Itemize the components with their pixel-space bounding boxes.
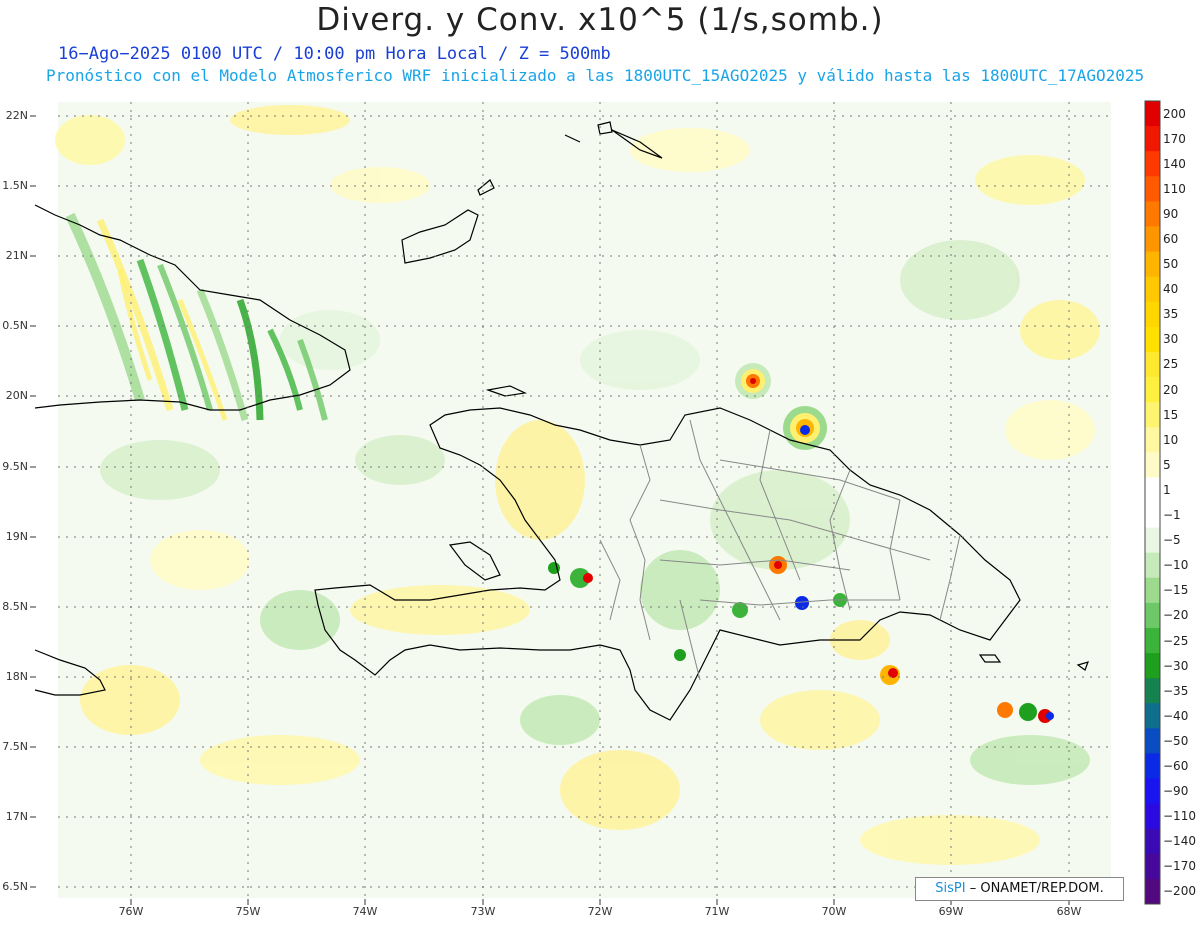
- lon-label: 72W: [587, 905, 613, 918]
- color-bar-swatch: [1145, 477, 1160, 503]
- map-title: Diverg. y Conv. x10^5 (1/s,somb.): [316, 2, 884, 38]
- color-bar-swatch: [1145, 878, 1160, 905]
- color-bar-label: −110: [1163, 809, 1196, 824]
- lon-label: 69W: [938, 905, 964, 918]
- lon-label: 70W: [821, 905, 847, 918]
- lon-label: 68W: [1056, 905, 1082, 918]
- color-bar-label: −20: [1163, 608, 1189, 623]
- color-bar-label: 40: [1163, 282, 1179, 297]
- color-bar-swatch: [1145, 602, 1160, 629]
- color-bar-swatch: [1145, 101, 1160, 127]
- color-bar-swatch: [1145, 151, 1160, 177]
- color-bar-label: 15: [1163, 407, 1179, 422]
- lat-label: 6.5N: [2, 880, 28, 893]
- color-bar-swatch: [1145, 577, 1160, 604]
- credit-text: – ONAMET/REP.DOM.: [965, 881, 1104, 896]
- color-bar-label: −25: [1163, 633, 1189, 648]
- color-bar-swatch: [1145, 301, 1160, 328]
- color-bar-label: 5: [1163, 457, 1171, 472]
- lon-label: 75W: [235, 905, 261, 918]
- lon-label: 71W: [704, 905, 730, 918]
- lat-label: 21N: [5, 249, 28, 262]
- credit-box: SisPI – ONAMET/REP.DOM.: [915, 877, 1124, 901]
- color-bar-swatch: [1145, 703, 1160, 729]
- color-bar-label: 50: [1163, 257, 1179, 272]
- color-bar-swatch: [1145, 326, 1160, 353]
- color-bar-label: 35: [1163, 307, 1179, 322]
- color-bar-label: −50: [1163, 733, 1189, 748]
- color-bar-swatch: [1145, 201, 1160, 227]
- lon-label: 76W: [118, 905, 144, 918]
- color-bar-label: −140: [1163, 834, 1196, 849]
- color-bar-swatch: [1145, 778, 1160, 805]
- lat-label: 18N: [5, 670, 28, 683]
- color-bar-label: 140: [1163, 156, 1186, 171]
- color-bar-swatch: [1145, 251, 1160, 278]
- color-bar-swatch: [1145, 452, 1160, 478]
- color-bar-label: −1: [1163, 508, 1181, 523]
- color-bar-swatch: [1145, 828, 1160, 855]
- color-bar-swatch: [1145, 176, 1160, 202]
- color-bar-label: −5: [1163, 533, 1181, 548]
- color-bar: [1144, 100, 1161, 905]
- color-bar-label: 25: [1163, 357, 1179, 372]
- lon-label: 73W: [470, 905, 496, 918]
- lat-label: 17N: [5, 810, 28, 823]
- divergence-map: [30, 100, 1161, 905]
- color-bar-label: −10: [1163, 558, 1189, 573]
- lat-label: 7.5N: [2, 740, 28, 753]
- lat-label: 19N: [5, 530, 28, 543]
- color-bar-swatch: [1145, 678, 1160, 704]
- model-info-line: Pronóstico con el Modelo Atmosferico WRF…: [46, 66, 1145, 85]
- color-bar-swatch: [1145, 627, 1160, 654]
- color-bar-swatch: [1145, 803, 1160, 830]
- color-bar-swatch: [1145, 527, 1160, 554]
- color-bar-swatch: [1145, 226, 1160, 253]
- color-bar-label: 90: [1163, 206, 1179, 221]
- color-bar-label: −200: [1163, 884, 1196, 899]
- color-bar-label: 30: [1163, 332, 1179, 347]
- lat-label: 9.5N: [2, 460, 28, 473]
- lat-label: 22N: [5, 109, 28, 122]
- color-bar-label: 200: [1163, 106, 1186, 121]
- color-bar-label: −170: [1163, 859, 1196, 874]
- color-bar-label: 10: [1163, 432, 1179, 447]
- color-bar-swatch: [1145, 276, 1160, 303]
- color-bar-label: 20: [1163, 382, 1179, 397]
- valid-time-line: 16−Ago−2025 0100 UTC / 10:00 pm Hora Loc…: [58, 44, 611, 64]
- color-bar-label: 110: [1163, 181, 1186, 196]
- color-bar-swatch: [1145, 853, 1160, 880]
- lat-label: 8.5N: [2, 600, 28, 613]
- color-bar-swatch: [1145, 126, 1160, 152]
- color-bar-label: −35: [1163, 683, 1189, 698]
- sispi-logo-text: SisPI: [935, 881, 966, 896]
- color-bar-label: −30: [1163, 658, 1189, 673]
- color-bar-label: 1: [1163, 482, 1171, 497]
- lat-label: 20N: [5, 389, 28, 402]
- color-bar-swatch: [1145, 753, 1160, 780]
- color-bar-swatch: [1145, 653, 1160, 679]
- color-bar-swatch: [1145, 427, 1160, 453]
- color-bar-swatch: [1145, 351, 1160, 378]
- color-bar-label: −90: [1163, 784, 1189, 799]
- color-bar-swatch: [1145, 728, 1160, 754]
- color-bar-label: −15: [1163, 583, 1189, 598]
- lat-label: 1.5N: [2, 179, 28, 192]
- color-bar-swatch: [1145, 502, 1160, 529]
- lon-label: 74W: [352, 905, 378, 918]
- color-bar-swatch: [1145, 402, 1160, 428]
- lat-label: 0.5N: [2, 319, 28, 332]
- color-bar-swatch: [1145, 552, 1160, 579]
- color-bar-label: 60: [1163, 232, 1179, 247]
- color-bar-swatch: [1145, 377, 1160, 403]
- color-bar-label: −40: [1163, 708, 1189, 723]
- color-bar-label: −60: [1163, 758, 1189, 773]
- color-bar-label: 170: [1163, 131, 1186, 146]
